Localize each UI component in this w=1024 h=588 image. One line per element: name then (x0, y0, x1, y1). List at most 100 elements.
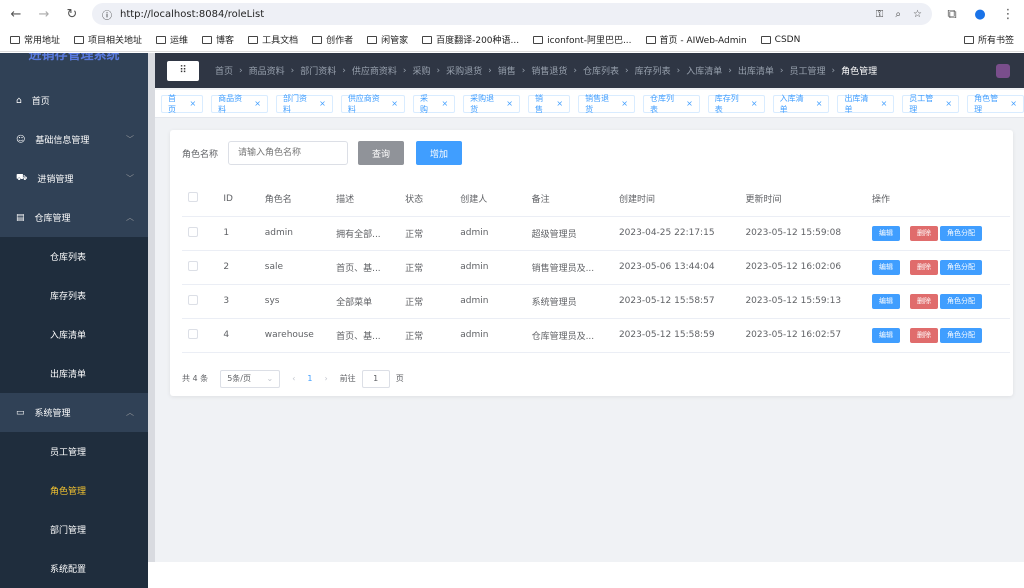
breadcrumb-item[interactable]: 商品资料 (249, 64, 285, 77)
breadcrumb-item[interactable]: 员工管理 (790, 64, 826, 77)
role-name-input[interactable] (228, 141, 349, 165)
bookmark[interactable]: CSDN (760, 35, 800, 45)
breadcrumb-item[interactable]: 采购退货 (446, 64, 482, 77)
close-icon[interactable]: × (391, 99, 398, 108)
close-icon[interactable]: × (621, 99, 628, 108)
sidebar-item[interactable]: ▭ 系统管理 ︿ (0, 393, 148, 432)
sidebar-item[interactable]: ▤ 仓库管理 ︿ (0, 198, 148, 237)
close-icon[interactable]: × (686, 99, 693, 108)
tag[interactable]: 商品资料 × (211, 94, 268, 114)
row-checkbox[interactable] (182, 318, 224, 353)
tag[interactable]: 首页 × (161, 94, 204, 114)
assign-role-button[interactable]: 角色分配 (939, 327, 982, 343)
close-icon[interactable]: × (441, 99, 448, 108)
assign-role-button[interactable]: 角色分配 (939, 259, 982, 275)
sidebar-scrollbar[interactable] (148, 53, 155, 562)
breadcrumb-item[interactable]: 销售 (498, 64, 516, 77)
bookmark[interactable]: 运维 (156, 33, 188, 46)
star-icon[interactable]: ☆ (913, 9, 922, 20)
delete-button[interactable]: 删除 (909, 293, 938, 309)
sidebar-subitem[interactable]: 库存列表 (0, 276, 148, 315)
profile-icon[interactable]: ● (972, 7, 988, 22)
row-checkbox[interactable] (182, 216, 224, 251)
bookmark[interactable]: 创作者 (312, 33, 353, 46)
breadcrumb-item[interactable]: 库存列表 (635, 64, 671, 77)
tag[interactable]: 入库清单 × (772, 94, 830, 114)
bookmark[interactable]: 博客 (202, 33, 234, 46)
tag[interactable]: 销售 × (527, 94, 571, 114)
breadcrumb-item[interactable]: 销售退货 (531, 64, 567, 77)
sidebar-subitem[interactable]: 部门管理 (0, 510, 148, 549)
bookmark[interactable]: 项目相关地址 (74, 33, 142, 46)
close-icon[interactable]: × (751, 99, 758, 108)
collapse-menu-button[interactable]: ⠿ (167, 60, 199, 81)
select-all-checkbox[interactable] (182, 182, 224, 217)
breadcrumb-item[interactable]: 出库清单 (738, 64, 774, 77)
bookmark[interactable]: iconfont-阿里巴巴... (533, 33, 632, 46)
breadcrumb-item[interactable]: 入库清单 (686, 64, 722, 77)
tag[interactable]: 库存列表 × (707, 94, 765, 114)
delete-button[interactable]: 删除 (909, 327, 938, 343)
tag[interactable]: 供应商资料 × (340, 94, 405, 114)
back-icon[interactable]: ← (8, 7, 24, 22)
page-1[interactable]: 1 (307, 374, 312, 383)
tag[interactable]: 销售退货 × (578, 94, 635, 114)
sidebar-subitem[interactable]: 入库清单 (0, 315, 148, 354)
bookmark[interactable]: 工具文档 (248, 33, 298, 46)
close-icon[interactable]: × (816, 99, 823, 108)
assign-role-button[interactable]: 角色分配 (939, 293, 982, 309)
sidebar-subitem[interactable]: 仓库列表 (0, 237, 148, 276)
close-icon[interactable]: × (319, 99, 326, 108)
sidebar-item[interactable]: ⛟ 进销管理 ﹀ (0, 159, 148, 198)
all-bookmarks[interactable]: 所有书签 (963, 33, 1014, 46)
add-button[interactable]: 增加 (416, 141, 463, 165)
sidebar-item[interactable]: ☺ 基础信息管理 ﹀ (0, 120, 148, 159)
edit-button[interactable]: 编辑 (871, 259, 900, 275)
close-icon[interactable]: × (945, 99, 952, 108)
menu-icon[interactable]: ⋮ (1000, 7, 1016, 22)
tag[interactable]: 出库清单 × (837, 94, 895, 114)
close-icon[interactable]: × (506, 99, 513, 108)
close-icon[interactable]: × (1010, 99, 1017, 108)
row-checkbox[interactable] (182, 250, 224, 285)
breadcrumb-item[interactable]: 角色管理 (841, 64, 877, 77)
edit-button[interactable]: 编辑 (871, 225, 900, 241)
page-size-select[interactable]: 5条/页 ⌄ (220, 369, 281, 388)
sidebar-subitem[interactable]: 角色管理 (0, 471, 148, 510)
sidebar-item[interactable]: ⌂ 首页 (0, 81, 148, 120)
delete-button[interactable]: 删除 (909, 225, 938, 241)
delete-button[interactable]: 删除 (909, 259, 938, 275)
close-icon[interactable]: × (189, 99, 196, 108)
extensions-icon[interactable]: ⧉ (944, 7, 960, 22)
avatar[interactable] (996, 63, 1010, 78)
edit-button[interactable]: 编辑 (871, 327, 900, 343)
edit-button[interactable]: 编辑 (871, 293, 900, 309)
sidebar-subitem[interactable]: 出库清单 (0, 354, 148, 393)
tag[interactable]: 员工管理 × (902, 94, 960, 114)
tag[interactable]: 采购退货 × (463, 94, 520, 114)
key-icon[interactable]: ⚿ (876, 9, 884, 20)
tag[interactable]: 角色管理 × (967, 94, 1024, 114)
close-icon[interactable]: × (881, 99, 888, 108)
close-icon[interactable]: × (254, 99, 261, 108)
row-checkbox[interactable] (182, 284, 224, 319)
breadcrumb-item[interactable]: 供应商资料 (352, 64, 397, 77)
next-page-button[interactable]: › (324, 374, 327, 383)
prev-page-button[interactable]: ‹ (292, 374, 295, 383)
sidebar-subitem[interactable]: 员工管理 (0, 432, 148, 471)
breadcrumb-item[interactable]: 采购 (413, 64, 431, 77)
breadcrumb-item[interactable]: 仓库列表 (583, 64, 619, 77)
tag[interactable]: 部门资料 × (275, 94, 333, 114)
tag[interactable]: 采购 × (412, 94, 456, 114)
bookmark[interactable]: 百度翻译-200种语... (422, 33, 519, 46)
close-icon[interactable]: × (556, 99, 563, 108)
reload-icon[interactable]: ↻ (64, 7, 80, 22)
bookmark[interactable]: 闲管家 (367, 33, 408, 46)
goto-page-input[interactable]: 1 (361, 369, 390, 388)
query-button[interactable]: 查询 (358, 141, 405, 165)
assign-role-button[interactable]: 角色分配 (939, 225, 982, 241)
sidebar-subitem[interactable]: 系统配置 (0, 549, 148, 588)
forward-icon[interactable]: → (36, 7, 52, 22)
breadcrumb-item[interactable]: 首页 (215, 64, 233, 77)
bookmark[interactable]: 常用地址 (10, 33, 60, 46)
